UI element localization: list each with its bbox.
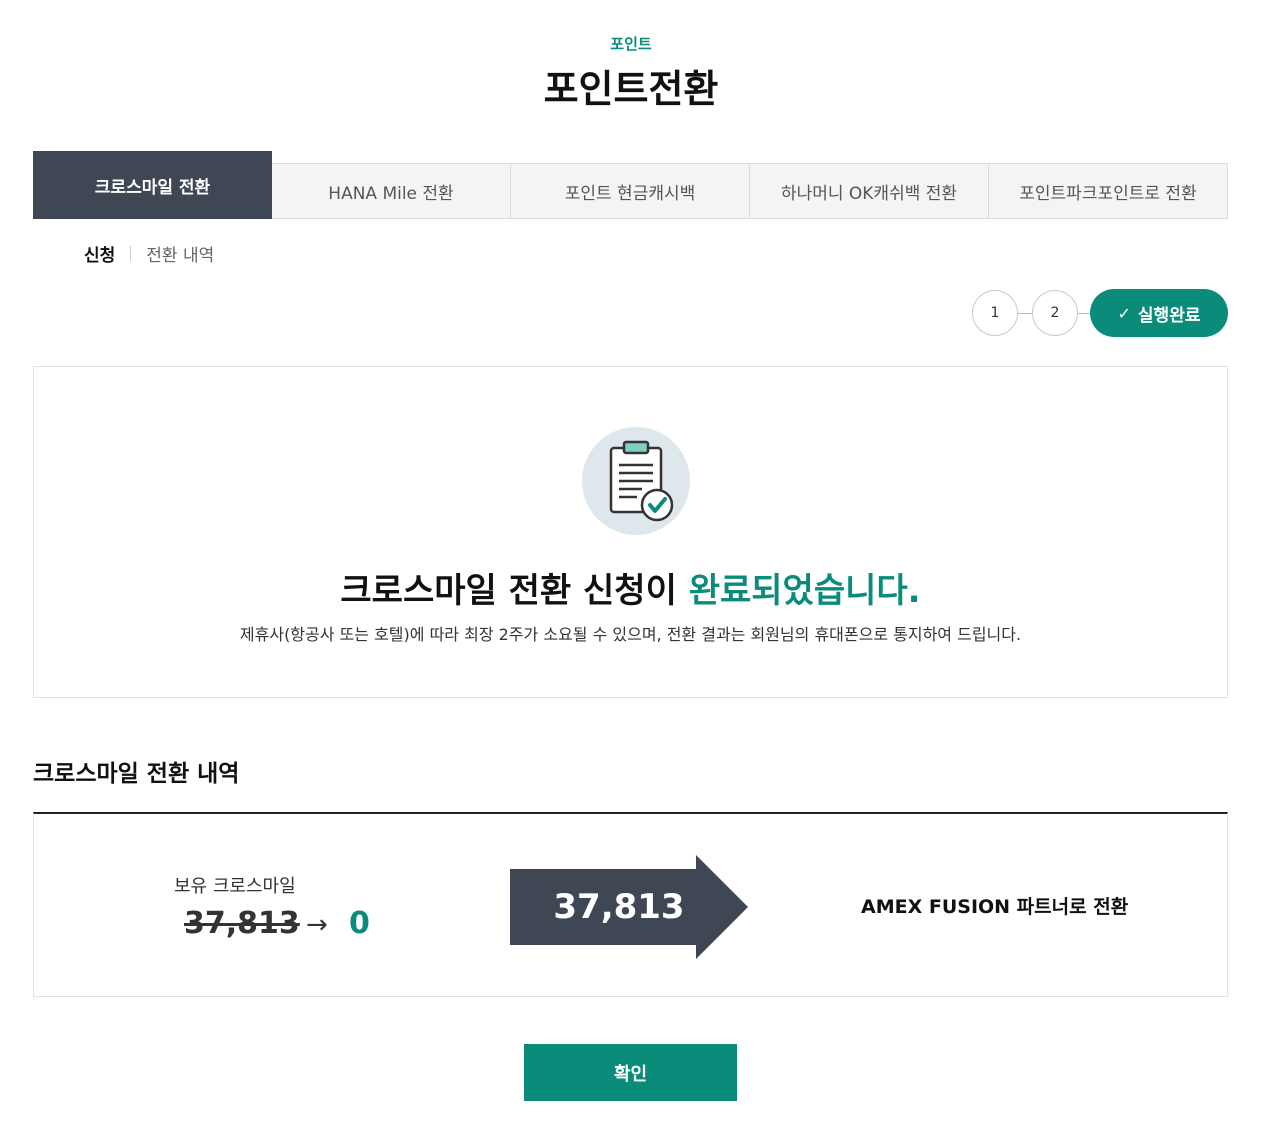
- step-connector: [1018, 313, 1032, 314]
- result-message-main: 크로스마일 전환 신청이: [340, 571, 689, 611]
- result-message: 크로스마일 전환 신청이 완료되었습니다.: [34, 563, 1227, 612]
- step-1: 1: [972, 290, 1018, 336]
- subtab-apply[interactable]: 신청: [84, 241, 115, 266]
- clipboard-check-icon: [582, 427, 690, 535]
- held-miles-before: 37,813: [184, 906, 300, 941]
- held-miles-label: 보유 크로스마일: [174, 876, 296, 897]
- converted-amount: 37,813: [553, 887, 685, 927]
- tab-crossmile[interactable]: 크로스마일 전환: [33, 151, 272, 219]
- step-indicator: 1 2 ✓ 실행완료: [972, 289, 1228, 337]
- step-2: 2: [1032, 290, 1078, 336]
- check-icon: ✓: [1117, 303, 1131, 323]
- partner-label: AMEX FUSION 파트너로 전환: [861, 896, 1129, 918]
- subtab-divider: [130, 246, 132, 261]
- held-miles-after: 0: [349, 906, 370, 941]
- result-message-highlight: 완료되었습니다.: [688, 571, 921, 611]
- subtabs: 신청 전환 내역: [84, 241, 214, 266]
- tab-hana-mile[interactable]: HANA Mile 전환: [272, 163, 511, 219]
- tab-cashback[interactable]: 포인트 현금캐시백: [511, 163, 750, 219]
- tab-hanamoney-okcashbag[interactable]: 하나머니 OK캐쉬백 전환: [750, 163, 989, 219]
- result-panel: 크로스마일 전환 신청이 완료되었습니다. 제휴사(항공사 또는 호텔)에 따라…: [33, 366, 1228, 698]
- result-note: 제휴사(항공사 또는 호텔)에 따라 최장 2주가 소요될 수 있으며, 전환 …: [239, 625, 1022, 644]
- step-complete-badge: ✓ 실행완료: [1090, 289, 1228, 337]
- page-title: 포인트전환: [543, 67, 719, 111]
- tab-pointpark[interactable]: 포인트파크포인트로 전환: [989, 163, 1228, 219]
- history-panel: 보유 크로스마일 37,813 → 0 37,813 AMEX FUSION 파…: [33, 812, 1228, 997]
- page-eyebrow: 포인트: [610, 35, 652, 53]
- confirm-button[interactable]: 확인: [524, 1044, 737, 1101]
- subtab-history[interactable]: 전환 내역: [146, 241, 214, 266]
- step-complete-label: 실행완료: [1137, 305, 1201, 326]
- arrow-right-icon: →: [306, 910, 328, 940]
- conversion-tabs: 크로스마일 전환 HANA Mile 전환 포인트 현금캐시백 하나머니 OK캐…: [33, 151, 1228, 220]
- history-section-title: 크로스마일 전환 내역: [33, 761, 240, 787]
